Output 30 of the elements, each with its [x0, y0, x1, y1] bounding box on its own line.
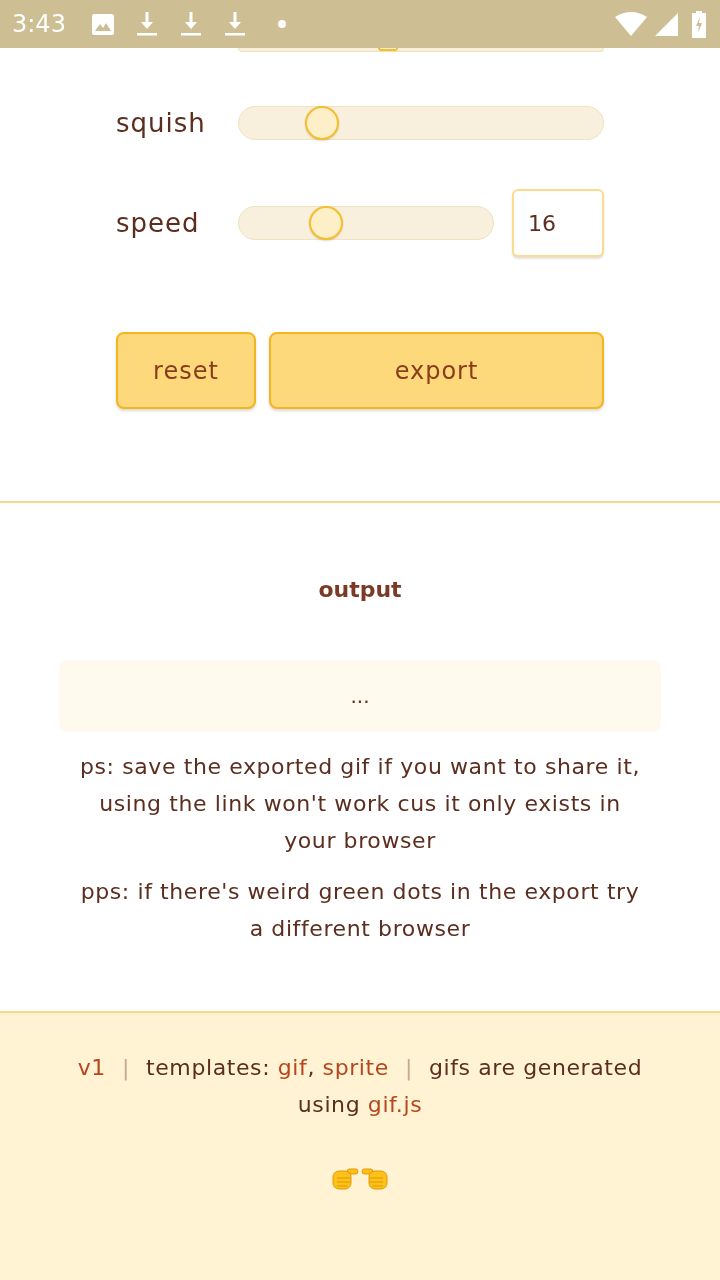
status-time: 3:43 [12, 9, 67, 40]
download-icon [180, 12, 202, 36]
battery-charging-icon [692, 10, 706, 38]
footer-link[interactable]: gif [277, 1055, 308, 1080]
slider-label: squish [116, 106, 207, 140]
export-button[interactable]: export [269, 332, 604, 409]
footer-link[interactable]: v1 [77, 1055, 106, 1080]
footer-link[interactable]: gif.js [367, 1092, 423, 1117]
slider-track[interactable] [238, 106, 604, 140]
output-heading: output [318, 576, 402, 604]
slider-thumb[interactable] [309, 206, 344, 240]
note-text: pps: if there's weird green dots in the export try a different browser [79, 878, 641, 943]
output-panel: ... [59, 660, 661, 732]
signal-icon [655, 12, 678, 36]
dot-icon [278, 20, 286, 28]
reset-button[interactable]: reset [116, 332, 256, 409]
footer-link[interactable]: sprite [322, 1055, 389, 1080]
note-text: ps: save the exported gif if you want to share it, using the link won't work cus it only exists in your browser [78, 753, 642, 855]
slider-track[interactable] [238, 206, 494, 240]
pointing-hands-icon [332, 1165, 388, 1191]
slider-track[interactable] [238, 48, 604, 52]
wifi-icon [615, 12, 647, 36]
slider-thumb[interactable] [378, 48, 398, 51]
number-input[interactable]: 16 [512, 189, 604, 257]
footer-text: v1 | templates: gif, sprite | gifs are generated using gif.js [76, 1054, 644, 1119]
download-icon [224, 12, 246, 36]
slider-thumb[interactable] [305, 106, 339, 140]
image-icon [92, 13, 114, 35]
download-icon [136, 12, 158, 36]
slider-label: speed [116, 206, 201, 240]
